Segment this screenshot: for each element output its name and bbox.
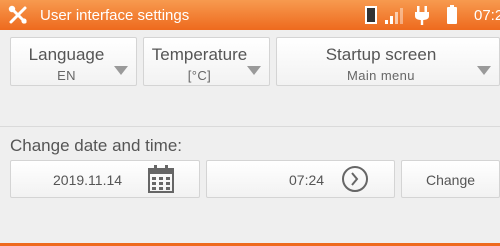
- language-label: Language: [28, 45, 105, 64]
- calendar-icon[interactable]: [148, 165, 174, 193]
- battery-icon: [447, 5, 457, 24]
- chevron-down-icon: [477, 66, 491, 75]
- date-value: 2019.11.14: [53, 172, 123, 188]
- signal-strength-icon: [385, 8, 403, 24]
- temperature-select[interactable]: Temperature [°C]: [143, 37, 270, 86]
- power-plug-icon: [415, 6, 429, 25]
- section-divider: [0, 126, 500, 127]
- window-title: User interface settings: [40, 7, 190, 24]
- time-value: 07:24: [289, 172, 325, 188]
- time-field[interactable]: 07:24: [206, 160, 395, 198]
- tools-icon[interactable]: [7, 4, 29, 26]
- date-field[interactable]: 2019.11.14: [10, 160, 200, 198]
- clock-icon[interactable]: [341, 165, 369, 193]
- chevron-down-icon: [247, 66, 261, 75]
- language-select[interactable]: Language EN: [10, 37, 137, 86]
- language-value: EN: [57, 68, 76, 83]
- temperature-label: Temperature: [151, 45, 248, 64]
- chevron-down-icon: [114, 66, 128, 75]
- change-button-label: Change: [425, 172, 476, 188]
- memory-card-icon: [365, 6, 377, 24]
- section-heading: Change date and time:: [10, 136, 183, 155]
- title-bar: User interface settings 07:25: [0, 0, 500, 30]
- startup-screen-label: Startup screen: [325, 45, 437, 64]
- startup-screen-select[interactable]: Startup screen Main menu: [276, 37, 500, 86]
- status-time: 07:25: [474, 7, 500, 24]
- startup-screen-value: Main menu: [347, 68, 415, 83]
- change-button[interactable]: Change: [401, 160, 500, 198]
- temperature-value: [°C]: [187, 68, 212, 83]
